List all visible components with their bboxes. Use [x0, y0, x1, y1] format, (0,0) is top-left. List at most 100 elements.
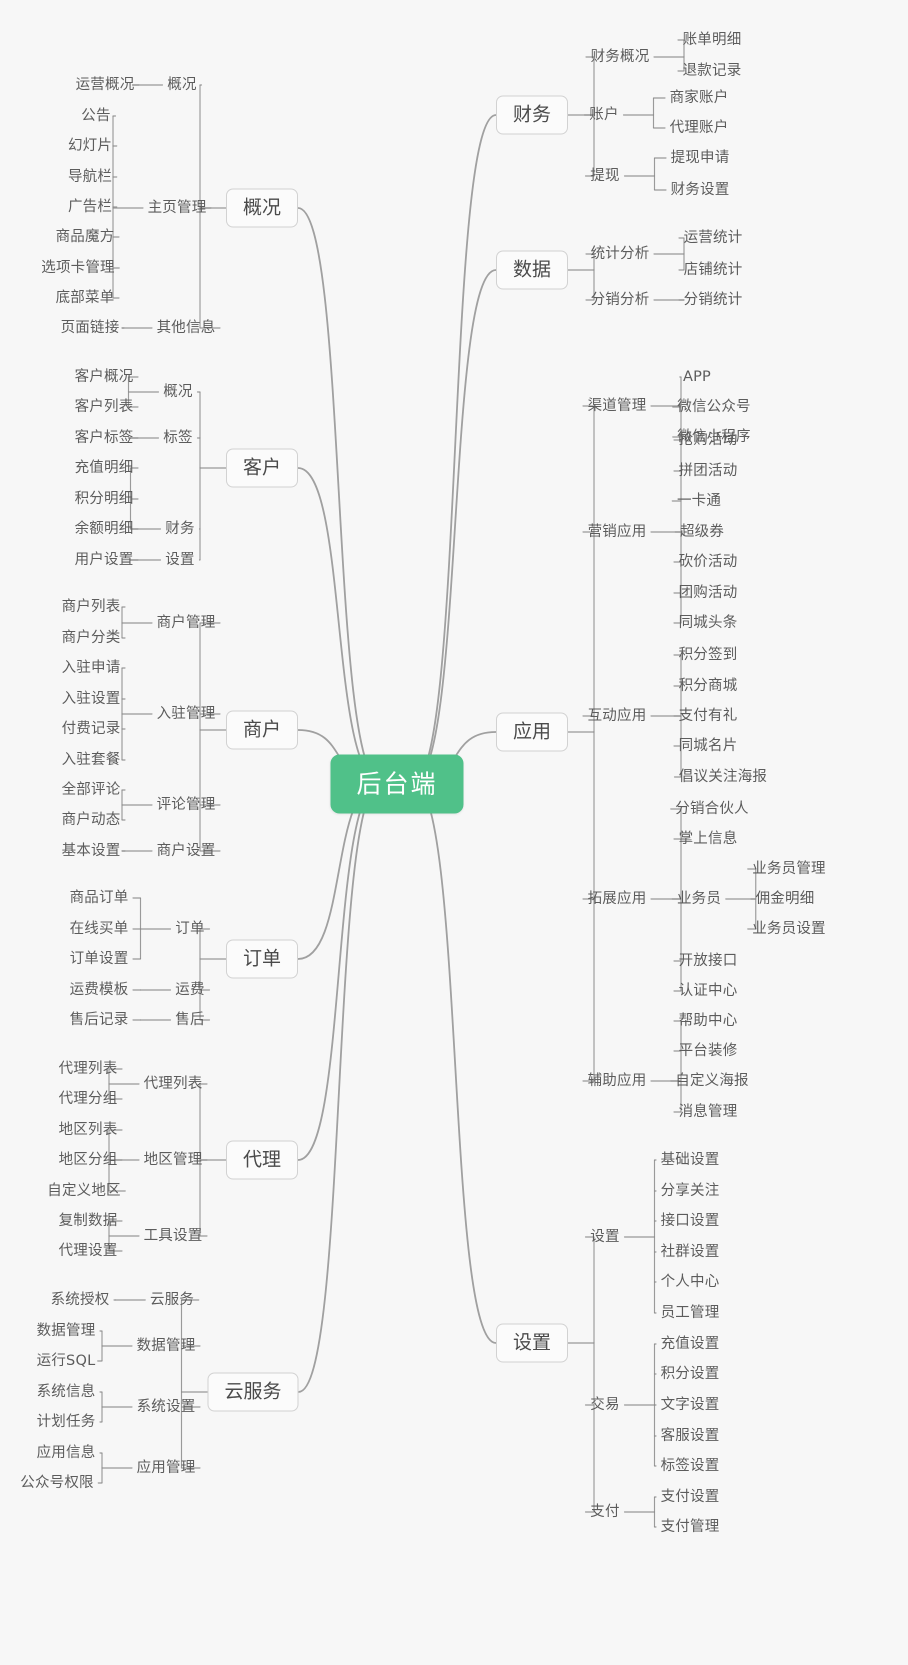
branch-node-shanghu[interactable]: 商户: [225, 710, 299, 750]
leaf-node-shezhi-2-0[interactable]: 支付设置: [661, 1490, 720, 1505]
leaf-node-yingyong-2-0[interactable]: 积分签到: [679, 648, 738, 663]
mid-node-yingyong-1[interactable]: 营销应用: [588, 525, 647, 540]
branch-node-kehu[interactable]: 客户: [225, 448, 299, 488]
leaf-node-shanghu-0-1[interactable]: 商户分类: [62, 631, 121, 646]
leaf-node-daili-0-0[interactable]: 代理列表: [59, 1062, 118, 1077]
leaf-node-kehu-0-1[interactable]: 客户列表: [75, 400, 134, 415]
leaf-node-gaikuang-1-3[interactable]: 广告栏: [68, 200, 112, 215]
mid-node-shanghu-1[interactable]: 入驻管理: [157, 707, 216, 722]
leaf-node-caiwu-0-0[interactable]: 账单明细: [683, 33, 742, 48]
leaf-node-yingyong-3-1[interactable]: 掌上信息: [679, 832, 738, 847]
leaf-node-kehu-2-0[interactable]: 充值明细: [75, 461, 134, 476]
leaf-node-daili-2-0[interactable]: 复制数据: [59, 1214, 118, 1229]
leaf-node-shanghu-1-0[interactable]: 入驻申请: [62, 661, 121, 676]
mid-node-caiwu-2[interactable]: 提现: [590, 169, 619, 184]
branch-node-daili[interactable]: 代理: [225, 1140, 299, 1180]
leaf-node-shezhi-0-3[interactable]: 社群设置: [661, 1245, 720, 1260]
leaf-node-shanghu-3-0[interactable]: 基本设置: [62, 844, 121, 859]
leaf-node-dingdan-0-2[interactable]: 订单设置: [70, 952, 129, 967]
mid-node-gaikuang-2[interactable]: 其他信息: [157, 321, 216, 336]
leaf-node-shezhi-1-2[interactable]: 文字设置: [661, 1398, 720, 1413]
leaf-node-dingdan-0-0[interactable]: 商品订单: [70, 891, 129, 906]
mid-node-yunfuwu-1[interactable]: 数据管理: [137, 1339, 196, 1354]
leaf-node-daili-2-1[interactable]: 代理设置: [59, 1244, 118, 1259]
leaf-node-yingyong-2-1[interactable]: 积分商城: [679, 679, 738, 694]
leaf-node-yingyong-4-0[interactable]: 帮助中心: [679, 1014, 738, 1029]
branch-node-caiwu[interactable]: 财务: [495, 95, 569, 135]
leaf-node-gaikuang-1-4[interactable]: 商品魔方: [56, 230, 115, 245]
leaf-node-caiwu-1-0[interactable]: 商家账户: [670, 91, 729, 106]
leaf-node-shezhi-2-1[interactable]: 支付管理: [661, 1520, 720, 1535]
leaf-node-daili-1-0[interactable]: 地区列表: [59, 1123, 118, 1138]
leaf-node-yingyong-1-6[interactable]: 同城头条: [679, 616, 738, 631]
mid-node-shezhi-2[interactable]: 支付: [590, 1505, 619, 1520]
leaf-node-yingyong-3-0[interactable]: 分销合伙人: [675, 802, 749, 817]
leaf-node-yunfuwu-3-0[interactable]: 应用信息: [37, 1446, 96, 1461]
leaf-node-shezhi-0-4[interactable]: 个人中心: [661, 1275, 720, 1290]
mid-node-daili-2[interactable]: 工具设置: [144, 1229, 203, 1244]
leaf-node-kehu-2-2[interactable]: 余额明细: [75, 522, 134, 537]
leaf-node-shuju-0-1[interactable]: 店铺统计: [684, 263, 743, 278]
leaf-node-daili-1-2[interactable]: 自定义地区: [47, 1184, 121, 1199]
leaf-node-shezhi-0-0[interactable]: 基础设置: [661, 1153, 720, 1168]
mid-node-shuju-1[interactable]: 分销分析: [591, 293, 650, 308]
leaf-node-yingyong-3-2-2[interactable]: 业务员设置: [752, 922, 826, 937]
mid-node-dingdan-0[interactable]: 订单: [175, 922, 204, 937]
leaf-node-yingyong-3-2-1[interactable]: 佣金明细: [756, 892, 815, 907]
leaf-node-yingyong-3-2[interactable]: 业务员: [677, 892, 721, 907]
leaf-node-yingyong-2-4[interactable]: 倡议关注海报: [679, 770, 767, 785]
leaf-node-gaikuang-2-0[interactable]: 页面链接: [61, 321, 120, 336]
leaf-node-yingyong-1-5[interactable]: 团购活动: [679, 586, 738, 601]
leaf-node-yunfuwu-1-0[interactable]: 数据管理: [37, 1324, 96, 1339]
leaf-node-daili-1-1[interactable]: 地区分组: [59, 1153, 118, 1168]
leaf-node-shezhi-0-2[interactable]: 接口设置: [661, 1214, 720, 1229]
mid-node-yunfuwu-2[interactable]: 系统设置: [137, 1400, 196, 1415]
mid-node-shanghu-3[interactable]: 商户设置: [157, 844, 216, 859]
leaf-node-kehu-2-1[interactable]: 积分明细: [75, 492, 134, 507]
mid-node-gaikuang-0[interactable]: 概况: [167, 78, 196, 93]
leaf-node-yingyong-3-3[interactable]: 开放接口: [679, 954, 738, 969]
mid-node-daili-0[interactable]: 代理列表: [144, 1077, 203, 1092]
leaf-node-shezhi-0-1[interactable]: 分享关注: [661, 1184, 720, 1199]
leaf-node-gaikuang-1-1[interactable]: 幻灯片: [68, 139, 112, 154]
mid-node-yingyong-0[interactable]: 渠道管理: [588, 399, 647, 414]
leaf-node-yingyong-3-2-0[interactable]: 业务员管理: [752, 862, 826, 877]
mid-node-kehu-0[interactable]: 概况: [163, 385, 192, 400]
branch-node-dingdan[interactable]: 订单: [225, 939, 299, 979]
leaf-node-kehu-3-0[interactable]: 用户设置: [75, 553, 134, 568]
leaf-node-shanghu-2-1[interactable]: 商户动态: [62, 813, 121, 828]
leaf-node-shanghu-2-0[interactable]: 全部评论: [62, 783, 121, 798]
leaf-node-kehu-1-0[interactable]: 客户标签: [75, 431, 134, 446]
leaf-node-kehu-0-0[interactable]: 客户概况: [75, 370, 134, 385]
leaf-node-yunfuwu-2-0[interactable]: 系统信息: [37, 1385, 96, 1400]
branch-node-yunfuwu[interactable]: 云服务: [207, 1372, 299, 1412]
mid-node-dingdan-1[interactable]: 运费: [175, 983, 204, 998]
mid-node-kehu-3[interactable]: 设置: [165, 553, 194, 568]
leaf-node-yingyong-1-2[interactable]: 一卡通: [677, 494, 721, 509]
leaf-node-yingyong-2-2[interactable]: 支付有礼: [679, 709, 738, 724]
mid-node-dingdan-2[interactable]: 售后: [175, 1013, 204, 1028]
leaf-node-yingyong-1-0[interactable]: 抢购活动: [679, 433, 738, 448]
mid-node-caiwu-1[interactable]: 账户: [589, 108, 618, 123]
leaf-node-gaikuang-1-6[interactable]: 底部菜单: [56, 291, 115, 306]
mid-node-yunfuwu-3[interactable]: 应用管理: [137, 1461, 196, 1476]
mid-node-gaikuang-1[interactable]: 主页管理: [148, 201, 207, 216]
leaf-node-yingyong-2-3[interactable]: 同城名片: [679, 739, 738, 754]
leaf-node-shezhi-1-1[interactable]: 积分设置: [661, 1367, 720, 1382]
leaf-node-dingdan-0-1[interactable]: 在线买单: [70, 922, 129, 937]
branch-node-shezhi[interactable]: 设置: [495, 1323, 569, 1363]
leaf-node-shezhi-0-5[interactable]: 员工管理: [661, 1306, 720, 1321]
leaf-node-yunfuwu-2-1[interactable]: 计划任务: [37, 1415, 96, 1430]
branch-node-shuju[interactable]: 数据: [495, 250, 569, 290]
mid-node-shezhi-1[interactable]: 交易: [590, 1398, 619, 1413]
leaf-node-yingyong-0-0[interactable]: APP: [683, 370, 711, 385]
mid-node-kehu-2[interactable]: 财务: [165, 522, 194, 537]
mid-node-yingyong-4[interactable]: 辅助应用: [588, 1074, 647, 1089]
leaf-node-dingdan-1-0[interactable]: 运费模板: [70, 983, 129, 998]
leaf-node-daili-0-1[interactable]: 代理分组: [59, 1092, 118, 1107]
leaf-node-yingyong-1-1[interactable]: 拼团活动: [679, 464, 738, 479]
mid-node-shanghu-0[interactable]: 商户管理: [157, 616, 216, 631]
leaf-node-gaikuang-0-0[interactable]: 运营概况: [76, 78, 135, 93]
leaf-node-yingyong-1-3[interactable]: 超级券: [680, 525, 724, 540]
leaf-node-shuju-1-0[interactable]: 分销统计: [684, 293, 743, 308]
